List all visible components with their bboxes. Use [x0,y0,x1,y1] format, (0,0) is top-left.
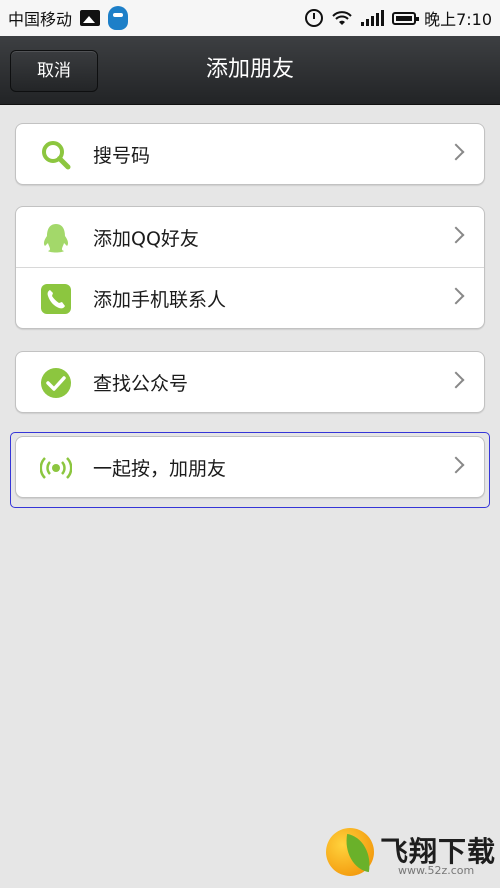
chevron-right-icon [447,371,465,389]
checkmark-icon [41,368,71,398]
chevron-right-icon [447,287,465,305]
list-item-press-together[interactable]: 一起按，加朋友 [16,437,484,497]
nav-bar: 取消 添加朋友 [0,36,500,105]
clock: 晚上7:10 [424,10,492,29]
status-bar-left: 中国移动 [8,6,129,30]
chevron-right-icon [447,456,465,474]
wifi-icon [332,11,352,25]
qq-notification-icon [108,6,129,30]
watermark-url: www.52z.com [398,864,475,877]
contacts-group: 添加QQ好友 添加手机联系人 [15,206,485,329]
status-bar: 中国移动 晚上7:10 [0,0,500,36]
public-accounts-group: 查找公众号 [15,351,485,413]
list-item-search-number[interactable]: 搜号码 [16,124,484,184]
search-icon [42,141,71,170]
list-item-label: 一起按，加朋友 [93,457,227,480]
radar-icon [40,457,72,479]
list-item-label: 添加QQ好友 [93,227,199,250]
chevron-right-icon [447,226,465,244]
list-item-label: 查找公众号 [93,372,189,395]
list-item-add-qq-friend[interactable]: 添加QQ好友 [16,207,484,267]
signal-strength-icon [361,10,385,26]
carrier-name: 中国移动 [8,10,73,29]
list-item-label: 搜号码 [93,144,151,167]
watermark: 飞翔下载 www.52z.com [326,828,496,882]
cancel-button[interactable]: 取消 [10,50,98,92]
phone-icon [41,284,71,314]
chevron-right-icon [447,143,465,161]
status-bar-right: 晚上7:10 [305,6,492,30]
battery-icon [392,11,420,25]
list-item-label: 添加手机联系人 [93,288,227,311]
alarm-icon [305,9,324,27]
list-item-add-phone-contacts[interactable]: 添加手机联系人 [16,267,484,328]
image-notification-icon [80,10,101,26]
press-together-group: 一起按，加朋友 [15,436,485,498]
qq-penguin-icon [43,224,69,253]
search-group: 搜号码 [15,123,485,185]
list-item-find-public-accounts[interactable]: 查找公众号 [16,352,484,412]
